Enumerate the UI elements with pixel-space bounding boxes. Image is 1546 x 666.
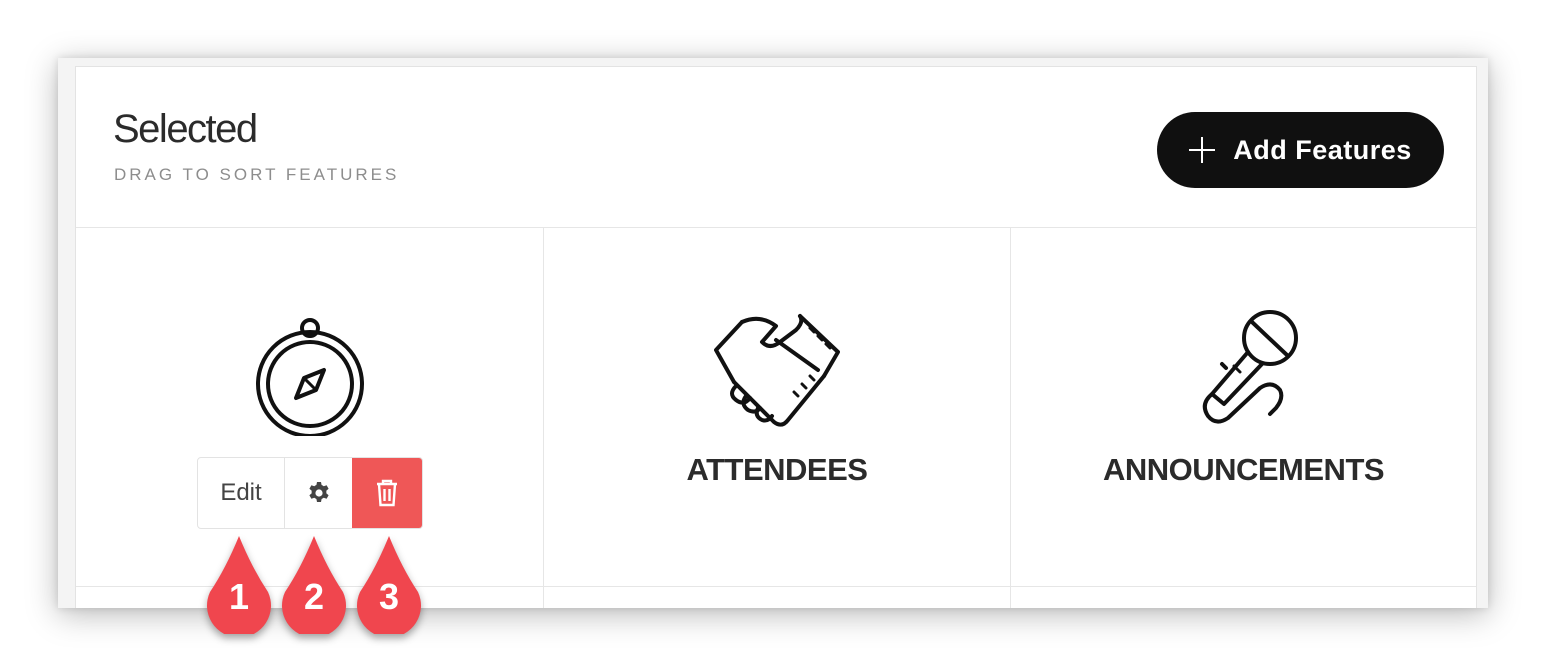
selected-features-panel: Selected DRAG TO SORT FEATURES Add Featu… bbox=[75, 66, 1477, 608]
callout-number: 2 bbox=[303, 576, 325, 617]
page-title: Selected bbox=[113, 107, 258, 151]
gear-icon bbox=[308, 482, 329, 502]
delete-button[interactable] bbox=[352, 458, 422, 528]
handshake-icon bbox=[714, 312, 844, 437]
callout-number: 3 bbox=[378, 576, 400, 617]
app-window: Selected DRAG TO SORT FEATURES Add Featu… bbox=[58, 58, 1488, 608]
add-features-label: Add Features bbox=[1233, 134, 1412, 165]
feature-label-announcements: ANNOUNCEMENTS bbox=[1102, 452, 1385, 487]
feature-card-placeholder bbox=[544, 587, 1011, 608]
callout-marker-1: 1 bbox=[204, 534, 274, 638]
callout-marker-3: 3 bbox=[354, 534, 424, 638]
edit-button[interactable]: Edit bbox=[198, 458, 285, 528]
plus-icon bbox=[1189, 137, 1216, 163]
panel-header: Selected DRAG TO SORT FEATURES Add Featu… bbox=[76, 67, 1476, 228]
feature-label-attendees: ATTENDEES bbox=[686, 452, 868, 487]
feature-card-placeholder bbox=[1011, 587, 1476, 608]
settings-button[interactable] bbox=[285, 458, 352, 528]
feature-action-toolbar: Edit bbox=[197, 457, 423, 529]
feature-card-attendees[interactable]: ATTENDEES bbox=[544, 228, 1011, 587]
compass-icon bbox=[254, 316, 366, 441]
trash-icon bbox=[377, 479, 397, 507]
microphone-icon bbox=[1196, 308, 1302, 437]
callout-marker-2: 2 bbox=[279, 534, 349, 638]
feature-card-announcements[interactable]: ANNOUNCEMENTS bbox=[1011, 228, 1476, 587]
add-features-button[interactable]: Add Features bbox=[1157, 112, 1444, 188]
callout-number: 1 bbox=[228, 576, 250, 617]
page-subtitle: DRAG TO SORT FEATURES bbox=[114, 165, 400, 184]
